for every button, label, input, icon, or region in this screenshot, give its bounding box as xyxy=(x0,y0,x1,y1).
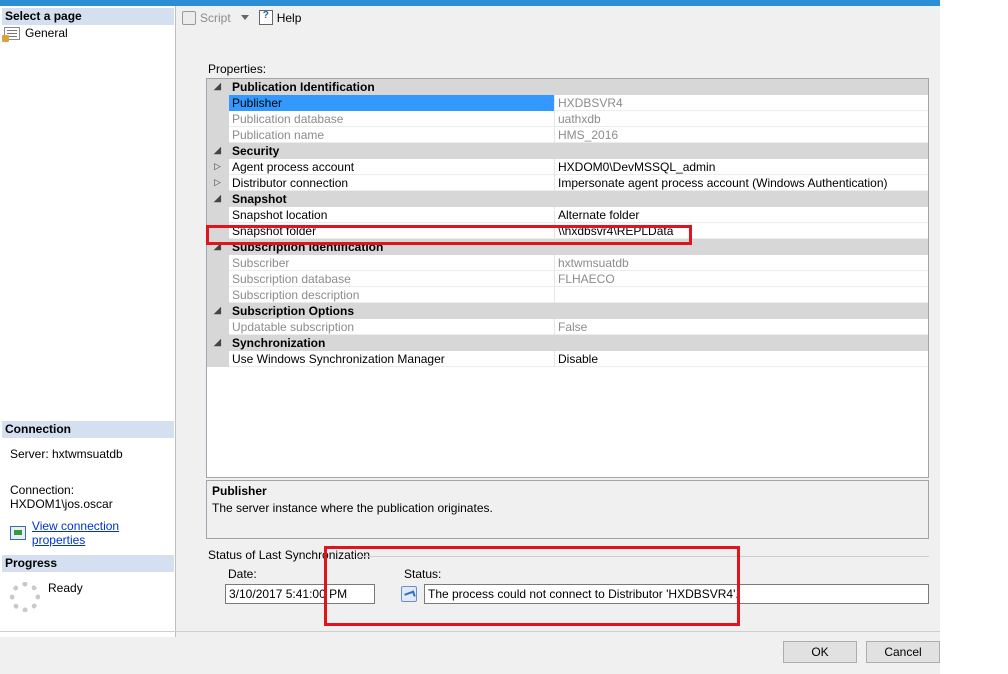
left-pane: Select a page General Connection Server:… xyxy=(0,6,176,637)
property-value[interactable]: FLHAECO xyxy=(554,271,928,287)
row-gutter xyxy=(207,95,229,111)
property-name: Agent process account xyxy=(232,160,355,174)
category-label: Publication Identification xyxy=(232,80,375,94)
property-row[interactable]: Snapshot location Alternate folder xyxy=(207,207,928,223)
expand-icon[interactable]: ▷ xyxy=(214,161,221,172)
property-row[interactable]: Updatable subscription False xyxy=(207,319,928,335)
collapse-icon[interactable]: ◢ xyxy=(214,193,221,204)
row-gutter xyxy=(207,207,229,223)
annotation-snapshot-folder xyxy=(206,225,692,245)
property-category[interactable]: ◢ Security xyxy=(207,143,928,159)
property-name: Publication name xyxy=(232,128,325,142)
property-value[interactable]: Disable xyxy=(554,351,928,367)
row-gutter xyxy=(207,111,229,127)
property-row[interactable]: Publication name HMS_2016 xyxy=(207,127,928,143)
progress-header: Progress xyxy=(2,555,174,572)
property-category[interactable]: ◢ Subscription Options xyxy=(207,303,928,319)
description-text: The server instance where the publicatio… xyxy=(212,501,493,515)
row-gutter xyxy=(207,351,229,367)
property-row[interactable]: Publisher HXDBSVR4 xyxy=(207,95,928,111)
row-gutter xyxy=(207,127,229,143)
server-text: Server: hxtwmsuatdb xyxy=(10,447,123,461)
view-connection-properties[interactable]: View connection properties xyxy=(10,519,175,547)
progress-spinner-icon xyxy=(10,582,40,612)
category-label: Synchronization xyxy=(232,336,326,350)
collapse-icon[interactable]: ◢ xyxy=(214,305,221,316)
page-item-label: General xyxy=(25,26,68,40)
properties-label: Properties: xyxy=(208,62,267,76)
property-value[interactable]: hxtwmsuatdb xyxy=(554,255,928,271)
script-button[interactable]: Script xyxy=(182,10,231,25)
property-name: Subscription database xyxy=(232,272,351,286)
row-gutter xyxy=(207,287,229,303)
property-name: Publisher xyxy=(232,96,283,110)
script-icon xyxy=(182,10,196,25)
property-row[interactable]: ▷ Distributor connection Impersonate agent… xyxy=(207,175,928,191)
help-icon xyxy=(258,10,273,25)
category-label: Subscription Options xyxy=(232,304,354,318)
property-name: Snapshot location xyxy=(232,208,328,222)
property-name: Distributor connection xyxy=(232,176,349,190)
property-row[interactable]: ▷ Agent process account HXDOM0\DevMSSQL_ad… xyxy=(207,159,928,175)
property-value[interactable]: False xyxy=(554,319,928,335)
property-row[interactable]: Publication database uathxdb xyxy=(207,111,928,127)
row-gutter xyxy=(207,271,229,287)
progress-status: Ready xyxy=(48,581,83,595)
annotation-status xyxy=(324,546,740,626)
connection-text: Connection: HXDOM1\jos.oscar xyxy=(10,483,113,511)
collapse-icon[interactable]: ◢ xyxy=(214,337,221,348)
script-label: Script xyxy=(200,10,231,25)
select-page-header: Select a page xyxy=(2,8,174,25)
property-value[interactable]: HMS_2016 xyxy=(554,127,928,143)
category-label: Snapshot xyxy=(232,192,287,206)
description-panel: Publisher The server instance where the … xyxy=(206,480,929,539)
property-name: Publication database xyxy=(232,112,344,126)
property-row[interactable]: Subscriber hxtwmsuatdb xyxy=(207,255,928,271)
toolbar: Script Help xyxy=(182,10,301,25)
property-value[interactable]: HXDOM0\DevMSSQL_admin xyxy=(554,159,928,175)
property-grid[interactable]: ◢ Publication Identification Publisher HXDB… xyxy=(206,78,929,478)
help-label: Help xyxy=(276,10,302,25)
category-label: Security xyxy=(232,144,280,158)
date-label: Date: xyxy=(228,567,257,581)
cancel-button[interactable]: Cancel xyxy=(866,641,940,663)
description-title: Publisher xyxy=(212,484,267,498)
property-category[interactable]: ◢ Snapshot xyxy=(207,191,928,207)
collapse-icon[interactable]: ◢ xyxy=(214,145,221,156)
view-connection-link[interactable]: View connection properties xyxy=(32,519,175,547)
property-row[interactable]: Subscription database FLHAECO xyxy=(207,271,928,287)
ok-button[interactable]: OK xyxy=(783,641,857,663)
property-name: Subscription description xyxy=(232,288,360,302)
property-category[interactable]: ◢ Synchronization xyxy=(207,335,928,351)
property-value[interactable]: Alternate folder xyxy=(554,207,928,223)
row-gutter xyxy=(207,255,229,271)
row-gutter xyxy=(207,319,229,335)
property-name: Updatable subscription xyxy=(232,320,355,334)
connection-header: Connection xyxy=(2,421,174,438)
property-name: Use Windows Synchronization Manager xyxy=(232,352,445,366)
script-dropdown-arrow-icon[interactable] xyxy=(240,15,249,20)
property-row[interactable]: Use Windows Synchronization Manager Disab… xyxy=(207,351,928,367)
property-value[interactable]: HXDBSVR4 xyxy=(554,95,928,111)
property-value[interactable] xyxy=(554,287,928,303)
page-item-general[interactable]: General xyxy=(2,26,68,42)
property-value[interactable]: uathxdb xyxy=(554,111,928,127)
help-button[interactable]: Help xyxy=(258,10,302,25)
collapse-icon[interactable]: ◢ xyxy=(214,81,221,92)
property-row[interactable]: Subscription description xyxy=(207,287,928,303)
property-value[interactable]: Impersonate agent process account (Windo… xyxy=(554,175,928,191)
general-page-icon xyxy=(2,26,20,42)
expand-icon[interactable]: ▷ xyxy=(214,177,221,188)
property-category[interactable]: ◢ Publication Identification xyxy=(207,79,928,95)
property-name: Subscriber xyxy=(232,256,290,270)
button-bar-divider xyxy=(0,631,940,632)
connection-properties-icon xyxy=(10,526,26,540)
